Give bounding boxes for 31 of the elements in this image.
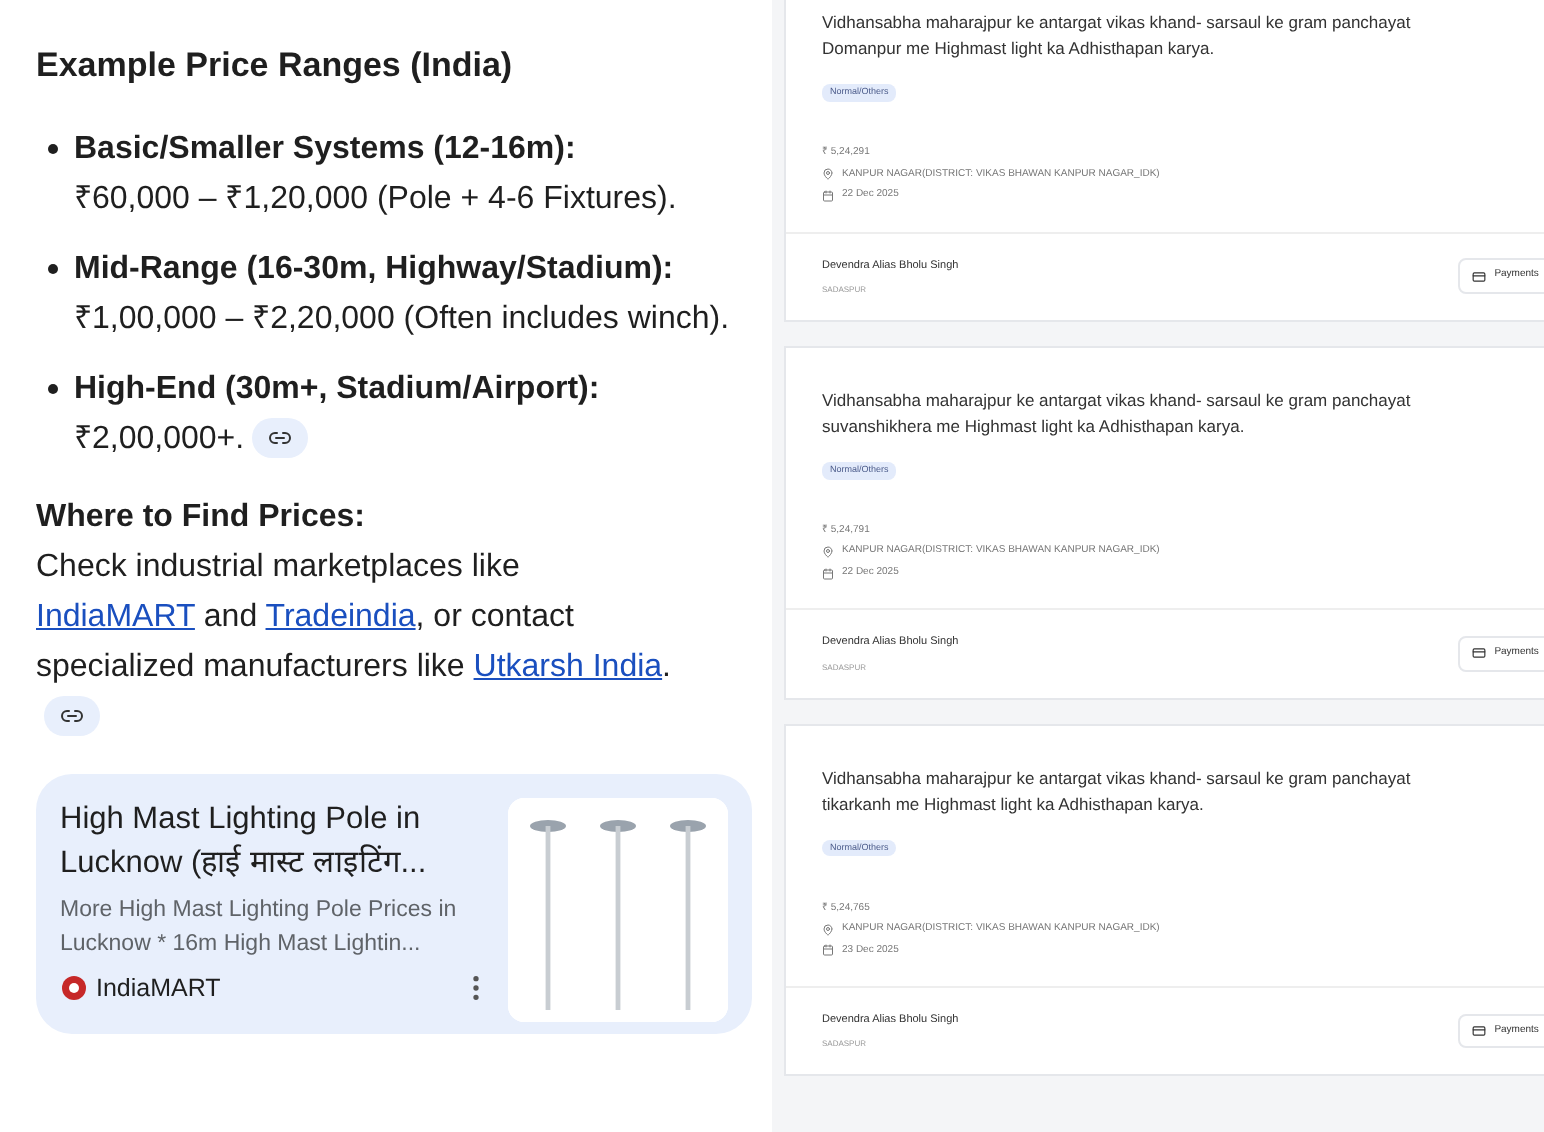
source-name: IndiaMART xyxy=(96,971,221,1005)
tender-title: Vidhansabha maharajpur ke antargat vikas khand- sarsaul ke gram panchayat suvanshikhera me Highmast light ka Adhisthapan karya. xyxy=(822,387,1413,440)
bullet-text: ₹60,000 – ₹1,20,000 (Pole + 4-6 Fixtures). xyxy=(74,179,677,219)
bullet-label: High-End (30m+, Stadium/Airport): xyxy=(74,369,600,409)
calendar-icon xyxy=(822,944,834,957)
card-icon xyxy=(1472,646,1487,661)
calendar-icon xyxy=(822,567,834,579)
tender-title: Vidhansabha maharajpur ke antargat vikas khand- sarsaul ke gram panchayat tikarkanh me Highmast light ka Adhisthapan karya. xyxy=(822,765,1413,817)
source-card[interactable]: High Mast Lighting Pole in Lucknow (हाई मास्ट लाइटिंग... More High Mast Lighting Pole Prices in Lucknow * 16m High Mast Lightin... IndiaMART xyxy=(36,773,752,1033)
tender-title: Vidhansabha maharajpur ke antargat vikas khand- sarsaul ke gram panchayat Domanpur me Highmast light ka Adhisthapan karya. xyxy=(822,10,1413,62)
site-logo-icon xyxy=(60,973,88,1002)
link-chip[interactable] xyxy=(44,696,100,737)
bullet-label: Mid-Range (16-30m, Highway/Stadium): xyxy=(74,249,674,289)
card-snippet: More High Mast Lighting Pole Prices in Lucknow * 16m High Mast Lightin... xyxy=(60,895,459,959)
card-icon xyxy=(1472,1024,1487,1039)
calendar-icon xyxy=(822,189,834,202)
text-link[interactable]: IndiaMART xyxy=(36,599,195,633)
link-chip[interactable] xyxy=(252,418,309,459)
bullet-text: ₹2,00,000+. xyxy=(74,413,309,463)
paragraph-text: Check industrial marketplaces like IndiaMART and Tradeindia, or contact specialized manufacturers like Utkarsh India. xyxy=(36,549,671,733)
location-icon xyxy=(822,168,834,181)
card-icon xyxy=(1472,269,1487,284)
location-icon xyxy=(822,546,834,558)
section-heading: Example Price Ranges (India) xyxy=(36,44,515,88)
subheading: Where to Find Prices: xyxy=(36,497,367,537)
bullet-label: Basic/Smaller Systems (12-16m): xyxy=(74,129,576,169)
bullet-text: ₹1,00,000 – ₹2,20,000 (Often includes winch). xyxy=(74,299,730,339)
card-title: High Mast Lighting Pole in Lucknow (हाई मास्ट लाइटिंग... xyxy=(60,799,429,883)
text-link[interactable]: Utkarsh India xyxy=(473,649,663,683)
text-link[interactable]: Tradeindia xyxy=(265,599,416,633)
location-icon xyxy=(822,923,834,936)
